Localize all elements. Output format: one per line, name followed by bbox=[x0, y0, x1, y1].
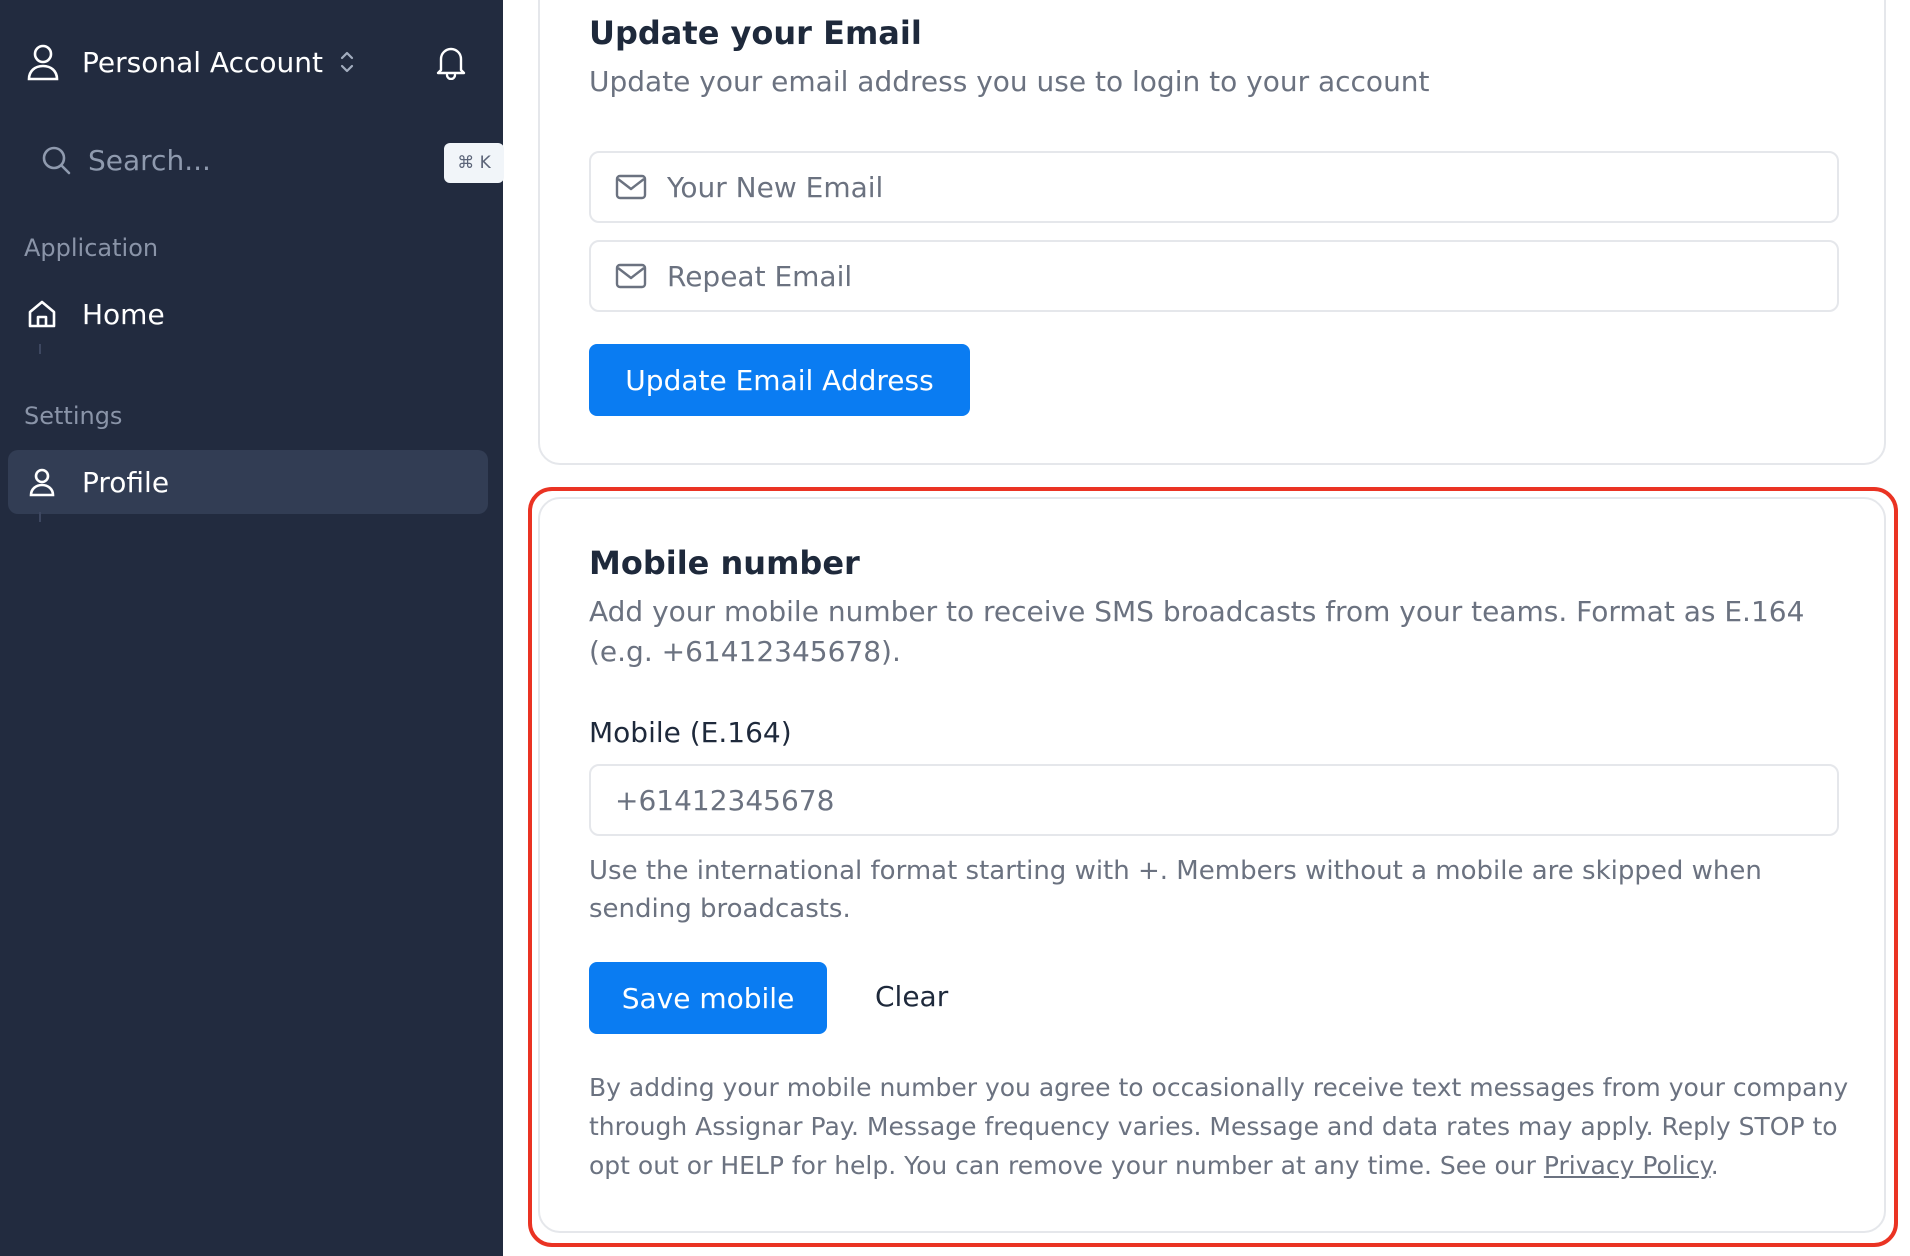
sidebar-item-profile[interactable]: Profile bbox=[8, 450, 488, 514]
sidebar-item-label: Profile bbox=[82, 465, 170, 499]
privacy-policy-link[interactable]: Privacy Policy bbox=[1544, 1151, 1711, 1180]
bell-icon[interactable] bbox=[434, 44, 468, 81]
new-email-field[interactable]: Your New Email bbox=[589, 151, 1839, 223]
search-input[interactable]: Search... bbox=[40, 138, 211, 182]
email-card-description: Update your email address you use to log… bbox=[589, 65, 1430, 98]
mobile-input[interactable]: +61412345678 bbox=[589, 764, 1839, 836]
sidebar-item-home[interactable]: Home bbox=[8, 282, 488, 346]
sidebar: Personal Account Search... ⌘ K Applicati… bbox=[0, 0, 504, 1256]
clear-button[interactable]: Clear bbox=[875, 980, 948, 1013]
account-switcher[interactable]: Personal Account bbox=[26, 38, 359, 86]
user-icon bbox=[26, 42, 64, 82]
search-shortcut-badge: ⌘ K bbox=[444, 143, 504, 183]
mobile-input-value: +61412345678 bbox=[615, 783, 835, 817]
new-email-placeholder: Your New Email bbox=[667, 170, 884, 204]
mobile-help-text: Use the international format starting wi… bbox=[589, 856, 1762, 924]
mail-icon bbox=[615, 173, 647, 201]
chevron-up-down-icon bbox=[339, 47, 359, 77]
email-card-title: Update your Email bbox=[589, 14, 922, 52]
account-name: Personal Account bbox=[82, 45, 323, 79]
nav-divider-tick bbox=[39, 512, 41, 522]
save-mobile-button[interactable]: Save mobile bbox=[589, 962, 827, 1034]
update-email-button[interactable]: Update Email Address bbox=[589, 344, 970, 416]
sms-consent-text: By adding your mobile number you agree t… bbox=[589, 1068, 1849, 1185]
mobile-field-label: Mobile (E.164) bbox=[589, 716, 792, 749]
user-icon bbox=[26, 466, 58, 498]
group-label-settings: Settings bbox=[24, 402, 123, 430]
search-placeholder: Search... bbox=[88, 143, 211, 177]
repeat-email-placeholder: Repeat Email bbox=[667, 259, 853, 293]
sms-consent-end: . bbox=[1710, 1151, 1719, 1180]
mobile-card-description: Add your mobile number to receive SMS br… bbox=[589, 595, 1805, 668]
group-label-application: Application bbox=[24, 234, 159, 262]
home-icon bbox=[26, 298, 58, 330]
nav-divider-tick bbox=[39, 344, 41, 354]
mobile-card-title: Mobile number bbox=[589, 544, 860, 582]
sidebar-item-label: Home bbox=[82, 297, 165, 331]
repeat-email-field[interactable]: Repeat Email bbox=[589, 240, 1839, 312]
search-icon bbox=[40, 144, 72, 176]
mail-icon bbox=[615, 262, 647, 290]
